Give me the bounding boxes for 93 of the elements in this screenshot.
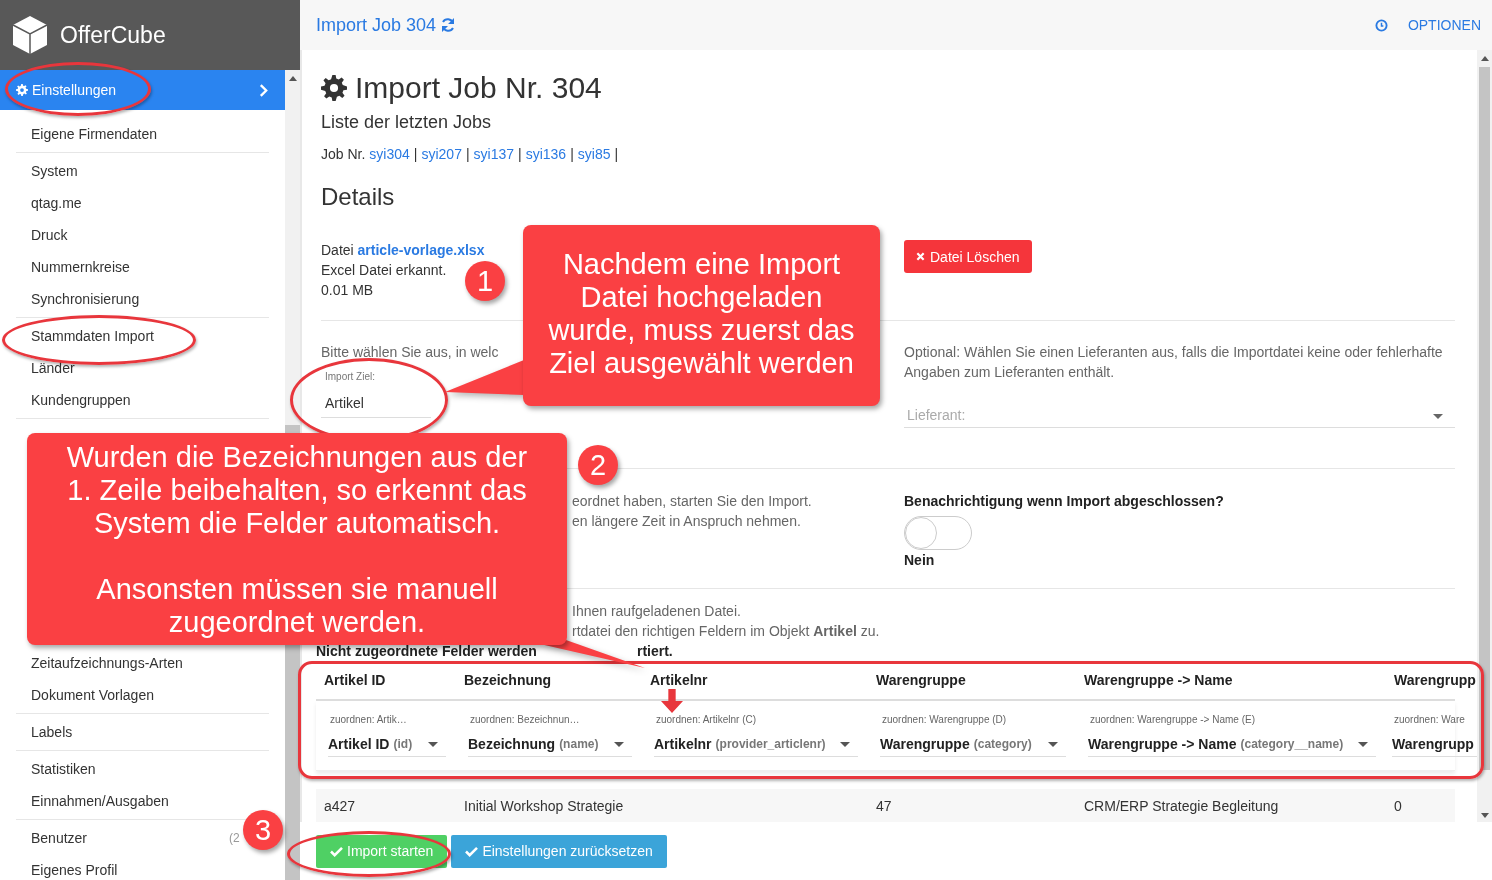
file-size: 0.01 MB <box>321 281 374 300</box>
sidebar-item[interactable]: Synchronisierung <box>16 283 140 315</box>
column-header: Warengruppe -> Name <box>1083 672 1234 688</box>
link-separator: | <box>570 145 574 164</box>
gear-icon <box>16 84 28 96</box>
table-cell: CRM/ERP Strategie Begleitung <box>1084 798 1279 814</box>
sidebar-item[interactable]: Statistiken <box>16 753 96 785</box>
column-header: Bezeichnung <box>463 672 553 688</box>
column-header: Warengruppe <box>875 672 967 688</box>
sidebar-item[interactable]: Eigenes Profil <box>16 854 118 880</box>
sidebar-item[interactable]: Stammdaten Import <box>16 320 154 352</box>
caret-icon <box>428 741 438 747</box>
scroll-down-icon[interactable] <box>1481 813 1489 818</box>
delete-file-button[interactable]: Datei Löschen <box>904 240 1032 273</box>
sidebar-item[interactable]: Kundengruppen <box>16 384 131 416</box>
link-separator: | <box>465 145 470 164</box>
caret-icon <box>1048 741 1058 747</box>
supplier-select[interactable]: Lieferant: <box>904 407 1455 428</box>
scrollbar-thumb[interactable] <box>1479 67 1490 770</box>
import-target-select[interactable]: Import Ziel: Artikel <box>321 370 431 418</box>
warning-text: Nicht zugeordnete Felder werden <box>316 642 537 661</box>
sidebar-item[interactable]: Länder <box>16 352 75 384</box>
sidebar-item[interactable]: Eigene Firmendaten <box>16 118 158 150</box>
file-label: Datei <box>321 242 354 258</box>
supplier-note: Optional: Wählen Sie einen Lieferanten aus, falls die Importdatei keine oder fehlerhafte Angaben zum Lieferanten enthält. <box>904 343 1444 382</box>
link-separator: | <box>413 145 418 164</box>
page-title-link[interactable]: Import Job 304 <box>316 14 457 36</box>
chevron-right-icon <box>259 83 268 97</box>
mapping-note: Ihnen raufgeladenen Datei. <box>572 602 741 621</box>
table-cell: 0 <box>1394 798 1402 814</box>
refresh-icon <box>440 17 457 33</box>
close-icon <box>916 252 925 261</box>
check-icon <box>330 845 343 857</box>
details-heading: Details <box>321 183 396 211</box>
mapping-note: rtdatei den richtigen Feldern im Objekt Artikel zu. <box>572 622 880 641</box>
scroll-up-icon[interactable] <box>1481 56 1489 61</box>
caret-icon <box>840 741 850 747</box>
step-number-badge: 3 <box>243 810 283 850</box>
sidebar-item[interactable]: Zeitaufzeichnungs-Arten <box>16 647 183 679</box>
sidebar-item[interactable]: Dokument Vorlagen <box>16 679 154 711</box>
sidebar-section[interactable]: Einstellungen <box>0 70 285 110</box>
sidebar-item[interactable]: Druck <box>16 219 68 251</box>
check-icon <box>465 845 479 857</box>
gear-icon <box>321 75 347 101</box>
scroll-up-icon[interactable] <box>289 76 297 81</box>
app-name: OfferCube <box>60 21 166 49</box>
start-note: en längere Zeit in Anspruch nehmen. <box>572 512 801 531</box>
jobs-label: Job Nr. <box>321 145 366 164</box>
callout-text: Ansonsten müssen sie manuell zugeordnet werden. <box>95 573 499 639</box>
file-link[interactable]: article-vorlage.xlsx <box>357 242 485 258</box>
column-mapping-select[interactable]: zuordnen: Warengruppe (D) Warengruppe (category) <box>880 713 1066 757</box>
notification-label: Benachrichtigung wenn Import abgeschlossen? <box>904 492 1224 511</box>
options-link[interactable]: OPTIONEN <box>1407 17 1481 33</box>
column-header: Artikel ID <box>323 672 387 688</box>
sidebar-item[interactable]: qtag.me <box>16 187 82 219</box>
column-mapping-select[interactable]: zuordnen: Artikelnr (C) Artikelnr (provider_articlenr) <box>654 713 858 757</box>
column-mapping-select[interactable]: zuordnen: Bezeichnun… Bezeichnung (name) <box>468 713 632 757</box>
column-header: Warengrupp <box>1393 672 1477 688</box>
job-link[interactable]: syi136 <box>525 144 567 164</box>
caret-icon <box>614 741 624 747</box>
callout-text: Nachdem eine Import Datei hochgeladen wurde, muss zuerst das Ziel ausgewählt werden <box>547 248 856 380</box>
column-mapping-select[interactable]: zuordnen: Warengruppe -> Name (E) Warengruppe -> Name (category__name) <box>1088 713 1376 757</box>
table-cell: 47 <box>876 798 892 814</box>
start-note: eordnet haben, starten Sie den Import. <box>572 492 812 511</box>
column-mapping-select[interactable]: zuordnen: Artik… Artikel ID (id) <box>328 713 446 757</box>
warning-text: rtiert. <box>636 642 673 661</box>
job-link[interactable]: syi137 <box>473 144 515 164</box>
table-cell: a427 <box>324 798 356 814</box>
toggle-state-label: Nein <box>904 551 935 570</box>
column-header: Artikelnr <box>649 672 709 688</box>
notification-toggle[interactable] <box>904 516 972 550</box>
link-separator: | <box>518 145 522 164</box>
clock-icon[interactable] <box>1374 18 1388 32</box>
sidebar-item[interactable]: Einnahmen/Ausgaben <box>16 785 169 817</box>
caret-icon[interactable] <box>1433 414 1443 419</box>
table-cell: Initial Workshop Strategie <box>464 798 624 814</box>
page-heading: Import Job Nr. 304 <box>355 70 602 106</box>
job-link[interactable]: syi207 <box>421 144 462 164</box>
job-link[interactable]: syi85 <box>577 144 611 164</box>
link-separator: | <box>614 145 619 164</box>
cube-logo-icon <box>12 15 48 55</box>
pointer-arrow <box>661 689 683 713</box>
sidebar-item[interactable]: Nummernkreise <box>16 251 130 283</box>
sidebar-item[interactable]: Labels <box>16 716 73 748</box>
target-prompt: Bitte wählen Sie aus, in welc <box>321 343 499 362</box>
sidebar-item[interactable]: Benutzer (2 <box>16 822 240 854</box>
sidebar-item[interactable]: System <box>16 155 78 187</box>
file-type-note: Excel Datei erkannt. <box>321 261 447 280</box>
section-subtitle: Liste der letzten Jobs <box>321 111 493 134</box>
job-link[interactable]: syi304 <box>369 144 410 164</box>
caret-icon <box>1358 741 1368 747</box>
callout-text: Wurden die Bezeichnungen aus der 1. Zeile beibehalten, so erkennt das System die Felder automatisch. <box>65 441 529 540</box>
item-count: (2 <box>229 831 240 845</box>
